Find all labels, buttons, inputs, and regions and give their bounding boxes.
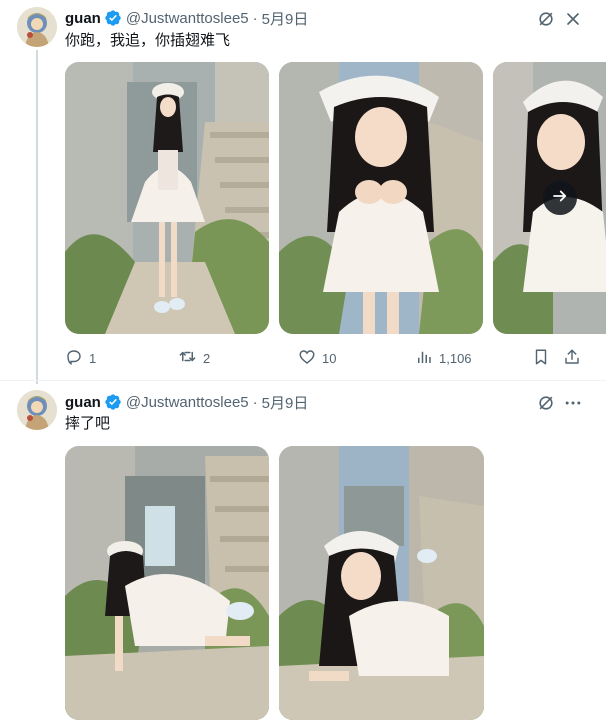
- tweet-date[interactable]: 5月9日: [262, 392, 309, 413]
- share-button[interactable]: [563, 348, 581, 368]
- bookmark-button[interactable]: [532, 348, 550, 368]
- media-gallery[interactable]: [65, 446, 485, 720]
- tweet-photo[interactable]: [493, 62, 606, 334]
- views-count: 1,106: [439, 350, 472, 366]
- tweet-text: 摔了吧: [65, 415, 111, 432]
- reply-icon: [65, 348, 83, 369]
- tweet-header: guan @Justwanttoslee5 · 5月9日: [65, 8, 308, 28]
- views-button[interactable]: 1,106: [415, 348, 472, 368]
- author-handle[interactable]: @Justwanttoslee5: [126, 10, 249, 27]
- reply-button[interactable]: 1: [65, 348, 96, 368]
- tweet-photo[interactable]: [279, 446, 484, 720]
- tweet-text: 你跑，我追，你插翅难飞: [65, 32, 231, 49]
- share-icon: [563, 348, 581, 369]
- grok-icon[interactable]: [536, 393, 556, 413]
- like-icon: [298, 348, 316, 369]
- tweet[interactable]: guan @Justwanttoslee5 · 5月9日 摔了吧: [0, 382, 606, 724]
- avatar[interactable]: [17, 390, 57, 430]
- repost-count: 2: [203, 350, 211, 366]
- carousel-next-button[interactable]: [543, 181, 577, 215]
- verified-badge-icon: [104, 9, 122, 27]
- grok-icon[interactable]: [536, 9, 556, 29]
- more-icon[interactable]: [563, 9, 583, 29]
- tweet-header: guan @Justwanttoslee5 · 5月9日: [65, 392, 308, 412]
- reply-count: 1: [89, 350, 97, 366]
- bookmark-icon: [532, 348, 550, 369]
- author-handle[interactable]: @Justwanttoslee5: [126, 394, 249, 411]
- views-icon: [415, 348, 433, 369]
- tweet-divider: [0, 380, 606, 381]
- tweet-photo[interactable]: [65, 62, 269, 334]
- tweet[interactable]: guan @Justwanttoslee5 · 5月9日 你跑，我追，你插翅难飞: [0, 0, 606, 381]
- author-name[interactable]: guan: [65, 394, 101, 411]
- like-count: 10: [322, 350, 337, 366]
- tweet-date[interactable]: 5月9日: [262, 8, 309, 29]
- tweet-photo[interactable]: [279, 62, 483, 334]
- avatar[interactable]: [17, 7, 57, 47]
- repost-button[interactable]: 2: [178, 348, 210, 368]
- more-icon[interactable]: [563, 393, 583, 413]
- author-name[interactable]: guan: [65, 10, 101, 27]
- media-carousel[interactable]: [65, 62, 606, 334]
- repost-icon: [178, 347, 197, 369]
- verified-badge-icon: [104, 393, 122, 411]
- arrow-right-icon: [551, 187, 569, 210]
- tweet-photo[interactable]: [65, 446, 269, 720]
- tweet-actions: 1 2 10 1,106: [65, 348, 585, 368]
- separator-dot: ·: [252, 393, 258, 411]
- separator-dot: ·: [252, 9, 258, 27]
- like-button[interactable]: 10: [298, 348, 336, 368]
